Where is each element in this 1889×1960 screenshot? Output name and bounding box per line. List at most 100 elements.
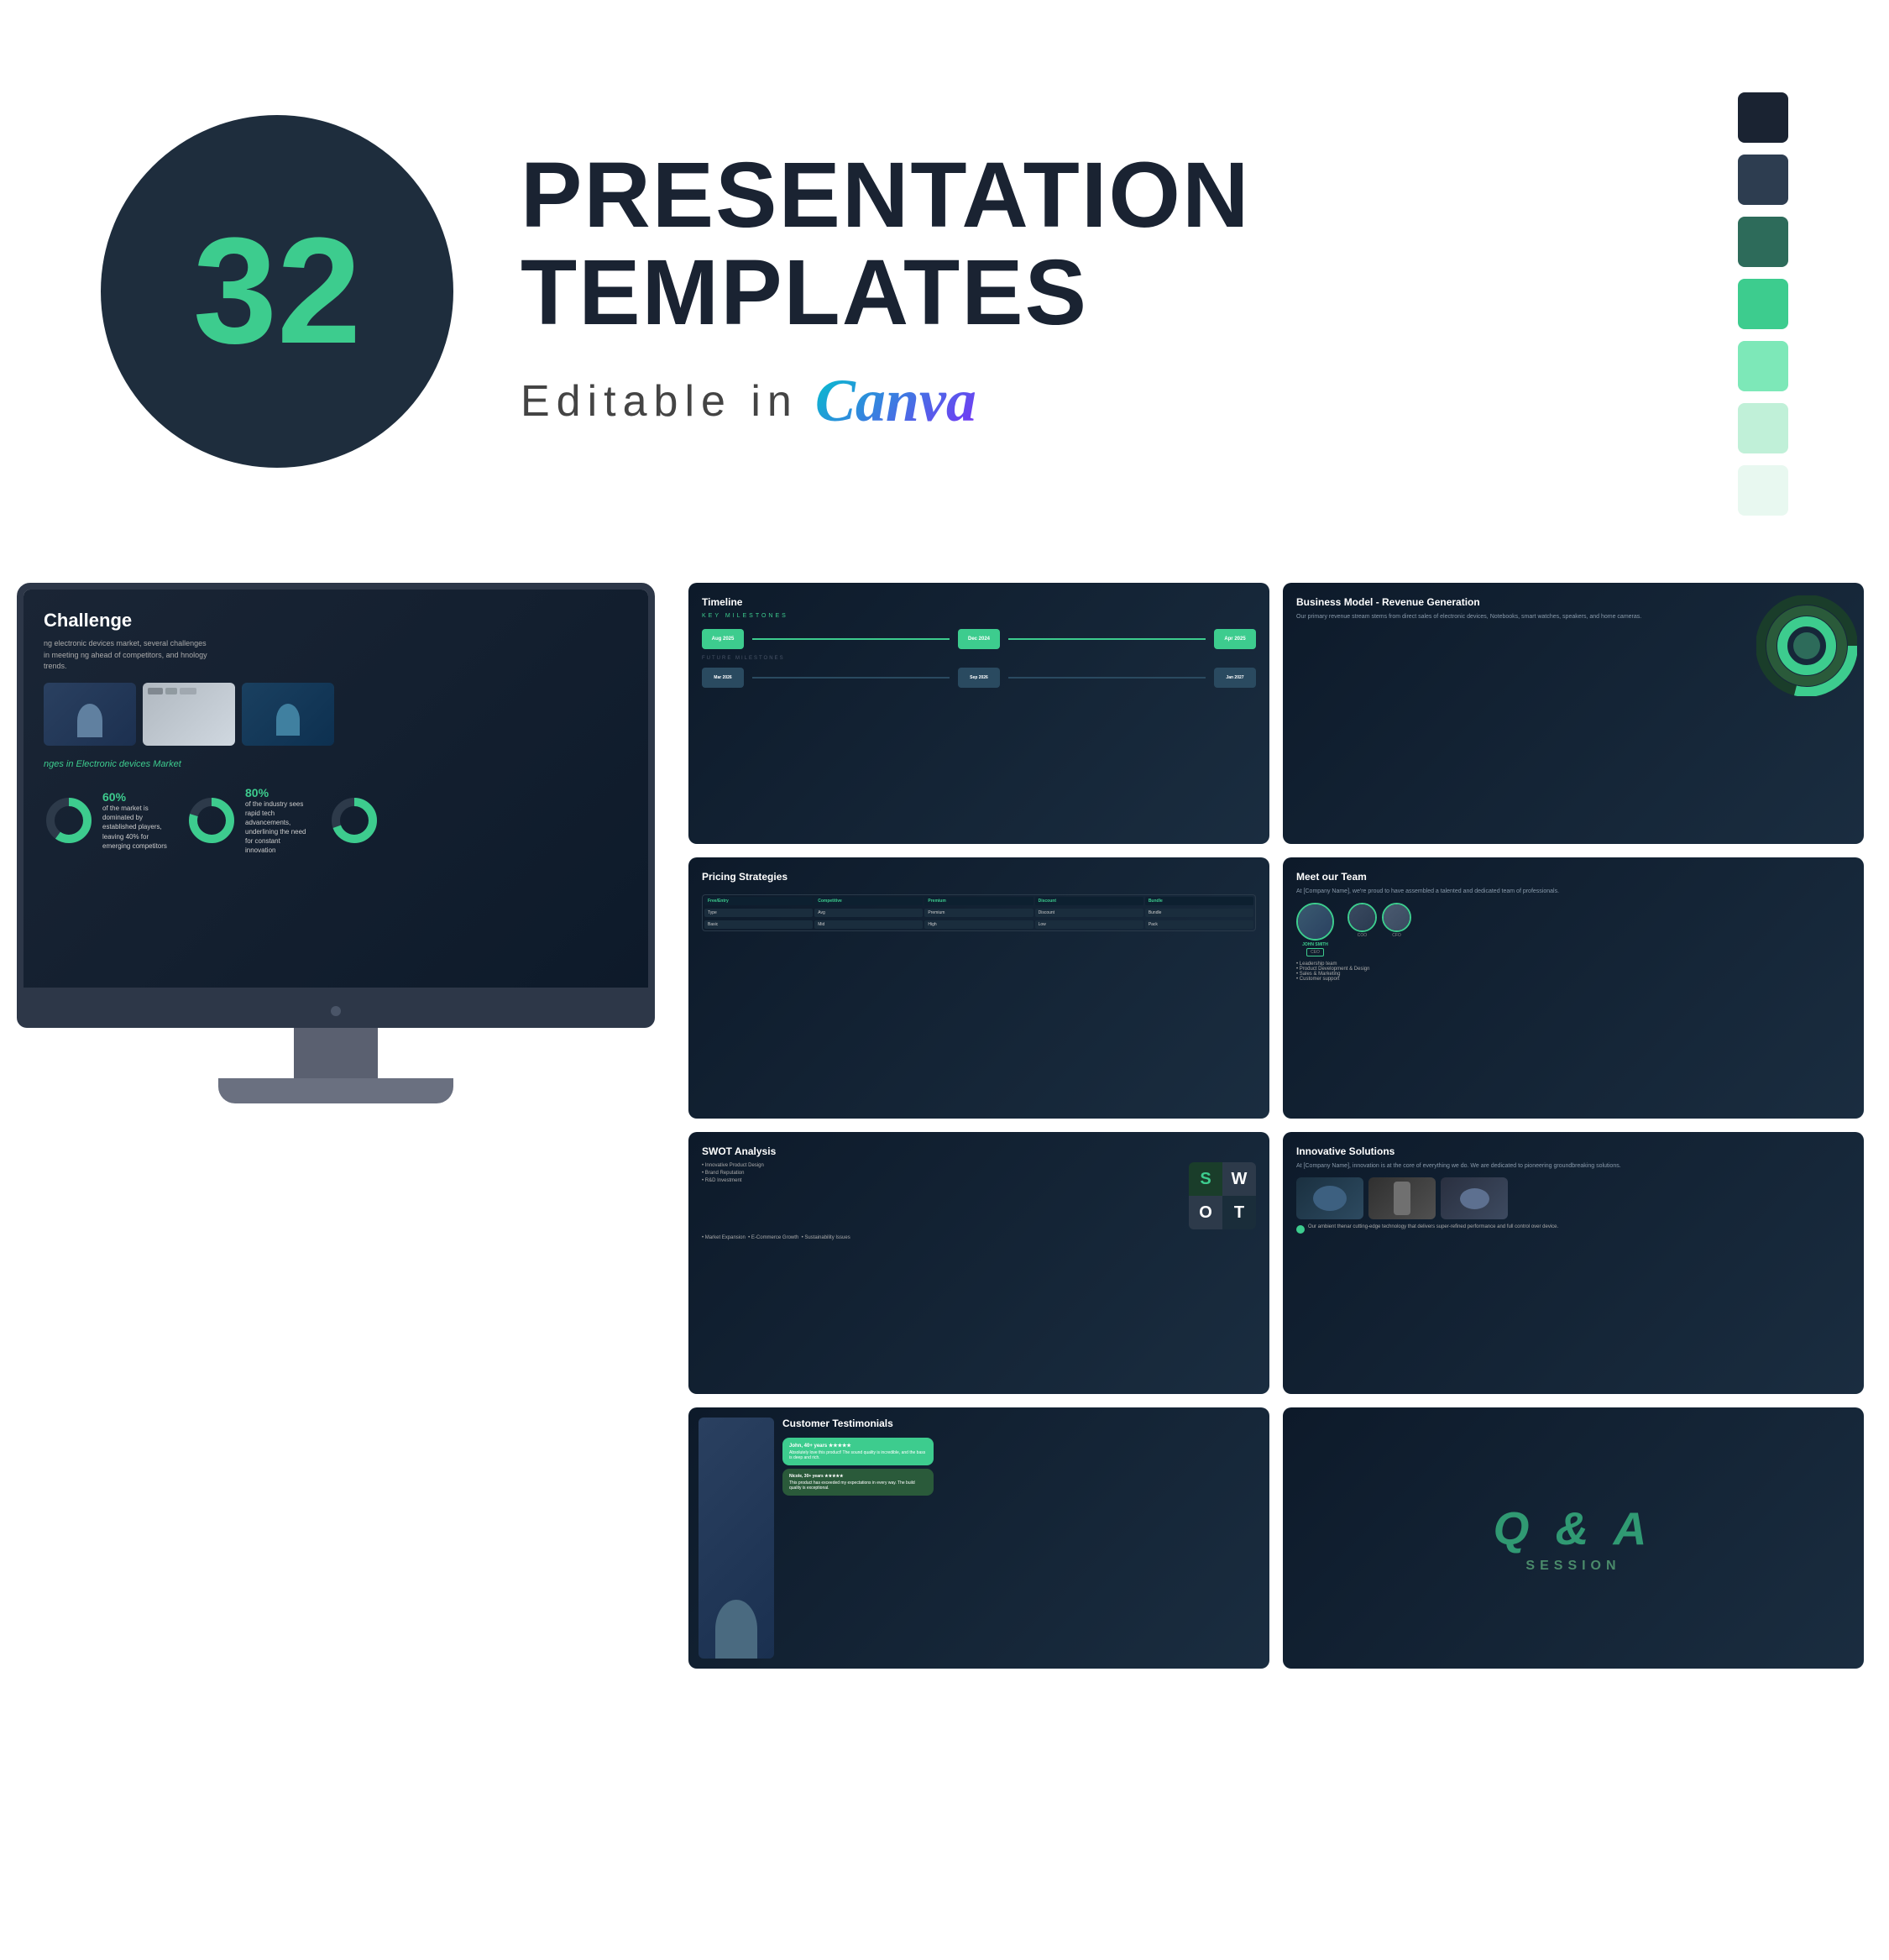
testimonial-photo xyxy=(699,1418,774,1659)
swot-s: S xyxy=(1189,1162,1222,1196)
team-others: COO CFO xyxy=(1347,903,1411,956)
swatch-3 xyxy=(1738,217,1788,267)
future-milestones-label: FUTURE MILESTONES xyxy=(702,656,1256,661)
ceo-role: CEO xyxy=(1306,948,1324,956)
product-img-1 xyxy=(1296,1177,1363,1219)
main-title: PRESENTATION TEMPLATES xyxy=(521,147,1671,341)
timeline-row-2: Mar 2026 Sep 2026 Jan 2027 xyxy=(702,668,1256,688)
team-departments: • Leadership team • Product Development … xyxy=(1296,962,1850,982)
coo-label: COO xyxy=(1358,933,1367,938)
slide-thumb-testimonials: Customer Testimonials John, 40+ years ★★… xyxy=(688,1407,1269,1669)
monitor-camera-dot xyxy=(331,1006,341,1016)
slide-thumb-business: Business Model - Revenue Generation Our … xyxy=(1283,583,1864,844)
timeline-dot-1: Aug 2025 xyxy=(702,629,744,649)
badge-number: 32 xyxy=(193,216,361,367)
monitor-highlight: nges in Electronic devices Market xyxy=(44,759,628,769)
team-ceo: JOHN SMITH CEO xyxy=(1296,903,1334,956)
canva-logo: Canva xyxy=(815,366,976,436)
monitor-wrapper: Challenge ng electronic devices market, … xyxy=(0,566,672,1960)
monitor-img-3 xyxy=(242,683,334,746)
monitor-stand-neck xyxy=(294,1028,378,1078)
swatch-4 xyxy=(1738,279,1788,329)
monitor-donut-2: 80% of the industry sees rapid tech adva… xyxy=(186,786,312,856)
pricing-col-3: Premium xyxy=(924,897,1033,905)
monitor-stand-base xyxy=(218,1078,453,1103)
testimonial-content: Customer Testimonials John, 40+ years ★★… xyxy=(782,1418,1259,1659)
donut-chart-1 xyxy=(44,795,94,846)
swot-t: T xyxy=(1222,1196,1256,1229)
qa-subtitle: SESSION xyxy=(1525,1559,1620,1574)
swot-o: O xyxy=(1189,1196,1222,1229)
monitor-slide-body: ng electronic devices market, several ch… xyxy=(44,638,212,673)
ceo-avatar xyxy=(1296,903,1334,941)
product-img-2 xyxy=(1368,1177,1436,1219)
ceo-name: JOHN SMITH xyxy=(1302,942,1328,947)
testimonials-title: Customer Testimonials xyxy=(782,1418,1259,1429)
timeline-subtitle: KEY MILESTONES xyxy=(702,613,1256,619)
monitor-donut-row: 60% of the market is dominated by establ… xyxy=(44,786,628,856)
testimonial-bubble-1: John, 40+ years ★★★★★ Absolutely love th… xyxy=(782,1438,934,1465)
slide-thumb-innovation: Innovative Solutions At [Company Name], … xyxy=(1283,1132,1864,1393)
monitor-screen: Challenge ng electronic devices market, … xyxy=(17,583,655,994)
pricing-col-4: Discount xyxy=(1035,897,1143,905)
donut-1-text: 60% of the market is dominated by establ… xyxy=(102,790,170,851)
team-coo: COO xyxy=(1347,903,1377,938)
monitor-slide-title: Challenge xyxy=(44,610,628,631)
slides-grid: Timeline KEY MILESTONES Aug 2025 Dec 202… xyxy=(672,566,1889,1960)
donut-2-text: 80% of the industry sees rapid tech adva… xyxy=(245,786,312,856)
qa-content: Q & A SESSION xyxy=(1283,1407,1864,1669)
timeline-line-3 xyxy=(752,677,950,679)
timeline-title: Timeline xyxy=(702,596,1256,608)
team-body: At [Company Name], we're proud to have a… xyxy=(1296,888,1850,896)
monitor-donut-3 xyxy=(329,795,379,846)
qa-text: Q & A xyxy=(1494,1501,1654,1555)
testimonial-text-2: This product has exceeded my expectation… xyxy=(789,1480,927,1491)
pricing-row-2: Basic Mid High Low Pack xyxy=(703,919,1255,930)
bottom-section: Challenge ng electronic devices market, … xyxy=(0,566,1889,1960)
pricing-col-5: Bundle xyxy=(1145,897,1253,905)
timeline-dot-6: Jan 2027 xyxy=(1214,668,1256,688)
swatch-7 xyxy=(1738,465,1788,516)
testimonial-author-2: Nicole, 30+ years ★★★★★ xyxy=(789,1474,927,1479)
swatch-5 xyxy=(1738,341,1788,391)
pricing-title: Pricing Strategies xyxy=(702,871,1256,883)
product-images xyxy=(1296,1177,1850,1219)
monitor-slide-content: Challenge ng electronic devices market, … xyxy=(24,590,648,988)
badge-circle: 32 xyxy=(101,115,453,468)
top-section: 32 PRESENTATION TEMPLATES Editable in Ca… xyxy=(0,0,1889,566)
monitor-chin xyxy=(17,994,655,1028)
timeline-line-1 xyxy=(752,638,950,640)
slide-thumb-qa: Q & A SESSION xyxy=(1283,1407,1864,1669)
team-cfo: CFO xyxy=(1382,903,1411,938)
pricing-col-2: Competitive xyxy=(814,897,923,905)
monitor-images-row xyxy=(44,683,628,746)
slide-thumb-timeline: Timeline KEY MILESTONES Aug 2025 Dec 202… xyxy=(688,583,1269,844)
monitor-img-2 xyxy=(143,683,235,746)
timeline-dot-3: Apr 2025 xyxy=(1214,629,1256,649)
check-icon xyxy=(1296,1225,1305,1234)
team-title: Meet our Team xyxy=(1296,871,1850,883)
testimonial-text-1: Absolutely love this product! The sound … xyxy=(789,1450,927,1460)
timeline-dot-5: Sep 2026 xyxy=(958,668,1000,688)
timeline-dot-4: Mar 2026 xyxy=(702,668,744,688)
swatch-2 xyxy=(1738,155,1788,205)
swot-opportunities: • Market Expansion • E-Commerce Growth •… xyxy=(702,1234,1256,1242)
monitor-img-1 xyxy=(44,683,136,746)
subtitle-row: Editable in Canva xyxy=(521,366,1671,436)
timeline-row-1: Aug 2025 Dec 2024 Apr 2025 xyxy=(702,629,1256,649)
slide-thumb-swot: SWOT Analysis • Innovative Product Desig… xyxy=(688,1132,1269,1393)
pricing-table: Free/Entry Competitive Premium Discount … xyxy=(702,894,1256,931)
swot-grid: S W O T xyxy=(1189,1162,1256,1229)
slide-thumb-pricing: Pricing Strategies Free/Entry Competitiv… xyxy=(688,857,1269,1119)
swot-w: W xyxy=(1222,1162,1256,1196)
monitor-donut-1: 60% of the market is dominated by establ… xyxy=(44,790,170,851)
innovation-body: At [Company Name], innovation is at the … xyxy=(1296,1162,1850,1171)
subtitle-text: Editable in xyxy=(521,376,798,427)
testimonial-author-1: John, 40+ years ★★★★★ xyxy=(789,1443,927,1449)
testimonial-bubble-2: Nicole, 30+ years ★★★★★ This product has… xyxy=(782,1469,934,1496)
swatch-6 xyxy=(1738,403,1788,453)
product-img-3 xyxy=(1441,1177,1508,1219)
swot-strengths: • Innovative Product Design• Brand Reput… xyxy=(702,1162,1182,1185)
concentric-chart xyxy=(1756,595,1857,696)
donut-chart-3 xyxy=(329,795,379,846)
